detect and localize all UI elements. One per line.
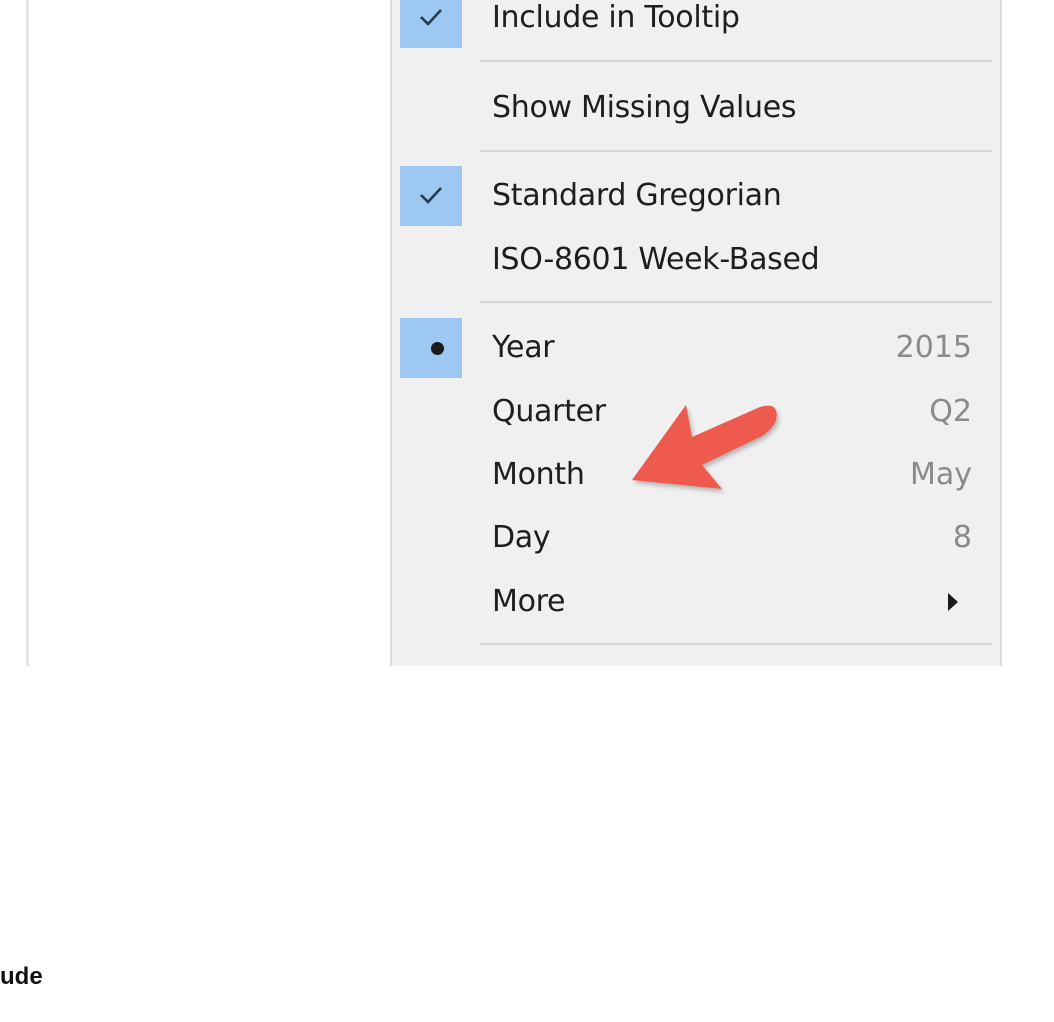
menu-item-label: Day xyxy=(492,520,551,555)
left-panel-border xyxy=(26,0,29,666)
menu-item-more[interactable]: More xyxy=(392,572,1000,632)
menu-item-value: May xyxy=(909,457,972,492)
menu-item-iso-8601-week-based[interactable]: ISO-8601 Week-Based xyxy=(392,230,1000,290)
menu-separator xyxy=(480,643,992,645)
radio-highlight xyxy=(400,318,462,378)
menu-item-label: ISO-8601 Week-Based xyxy=(492,242,820,277)
menu-item-label: Include in Tooltip xyxy=(492,0,740,35)
menu-item-year[interactable]: Year 2015 xyxy=(392,318,1000,378)
check-icon xyxy=(420,187,442,204)
submenu-arrow-icon xyxy=(948,593,958,611)
menu-item-label: Month xyxy=(492,457,585,492)
menu-separator xyxy=(480,150,992,152)
menu-item-value: 8 xyxy=(952,520,972,555)
menu-item-standard-gregorian[interactable]: Standard Gregorian xyxy=(392,166,1000,226)
footer-text: ude xyxy=(0,963,43,990)
menu-item-label: Quarter xyxy=(492,394,606,429)
menu-item-day[interactable]: Day 8 xyxy=(392,508,1000,568)
menu-item-value: Q2 xyxy=(929,394,972,429)
menu-item-label: Show Missing Values xyxy=(492,90,797,125)
check-highlight xyxy=(400,166,462,226)
menu-item-label: Standard Gregorian xyxy=(492,178,782,213)
menu-separator xyxy=(480,60,992,62)
radio-bullet-icon xyxy=(431,342,444,355)
menu-separator xyxy=(480,301,992,303)
menu-item-label: Year xyxy=(492,330,555,365)
check-icon xyxy=(420,9,442,26)
menu-item-include-in-tooltip[interactable]: Include in Tooltip xyxy=(392,0,1000,48)
page: Include in Tooltip Show Missing Values S… xyxy=(0,0,1054,1022)
red-arrow-icon xyxy=(632,405,777,489)
menu-item-show-missing-values[interactable]: Show Missing Values xyxy=(392,78,1000,138)
check-highlight xyxy=(400,0,462,48)
menu-item-value: 2015 xyxy=(895,330,972,365)
menu-item-label: More xyxy=(492,584,566,619)
context-menu: Include in Tooltip Show Missing Values S… xyxy=(390,0,1002,666)
